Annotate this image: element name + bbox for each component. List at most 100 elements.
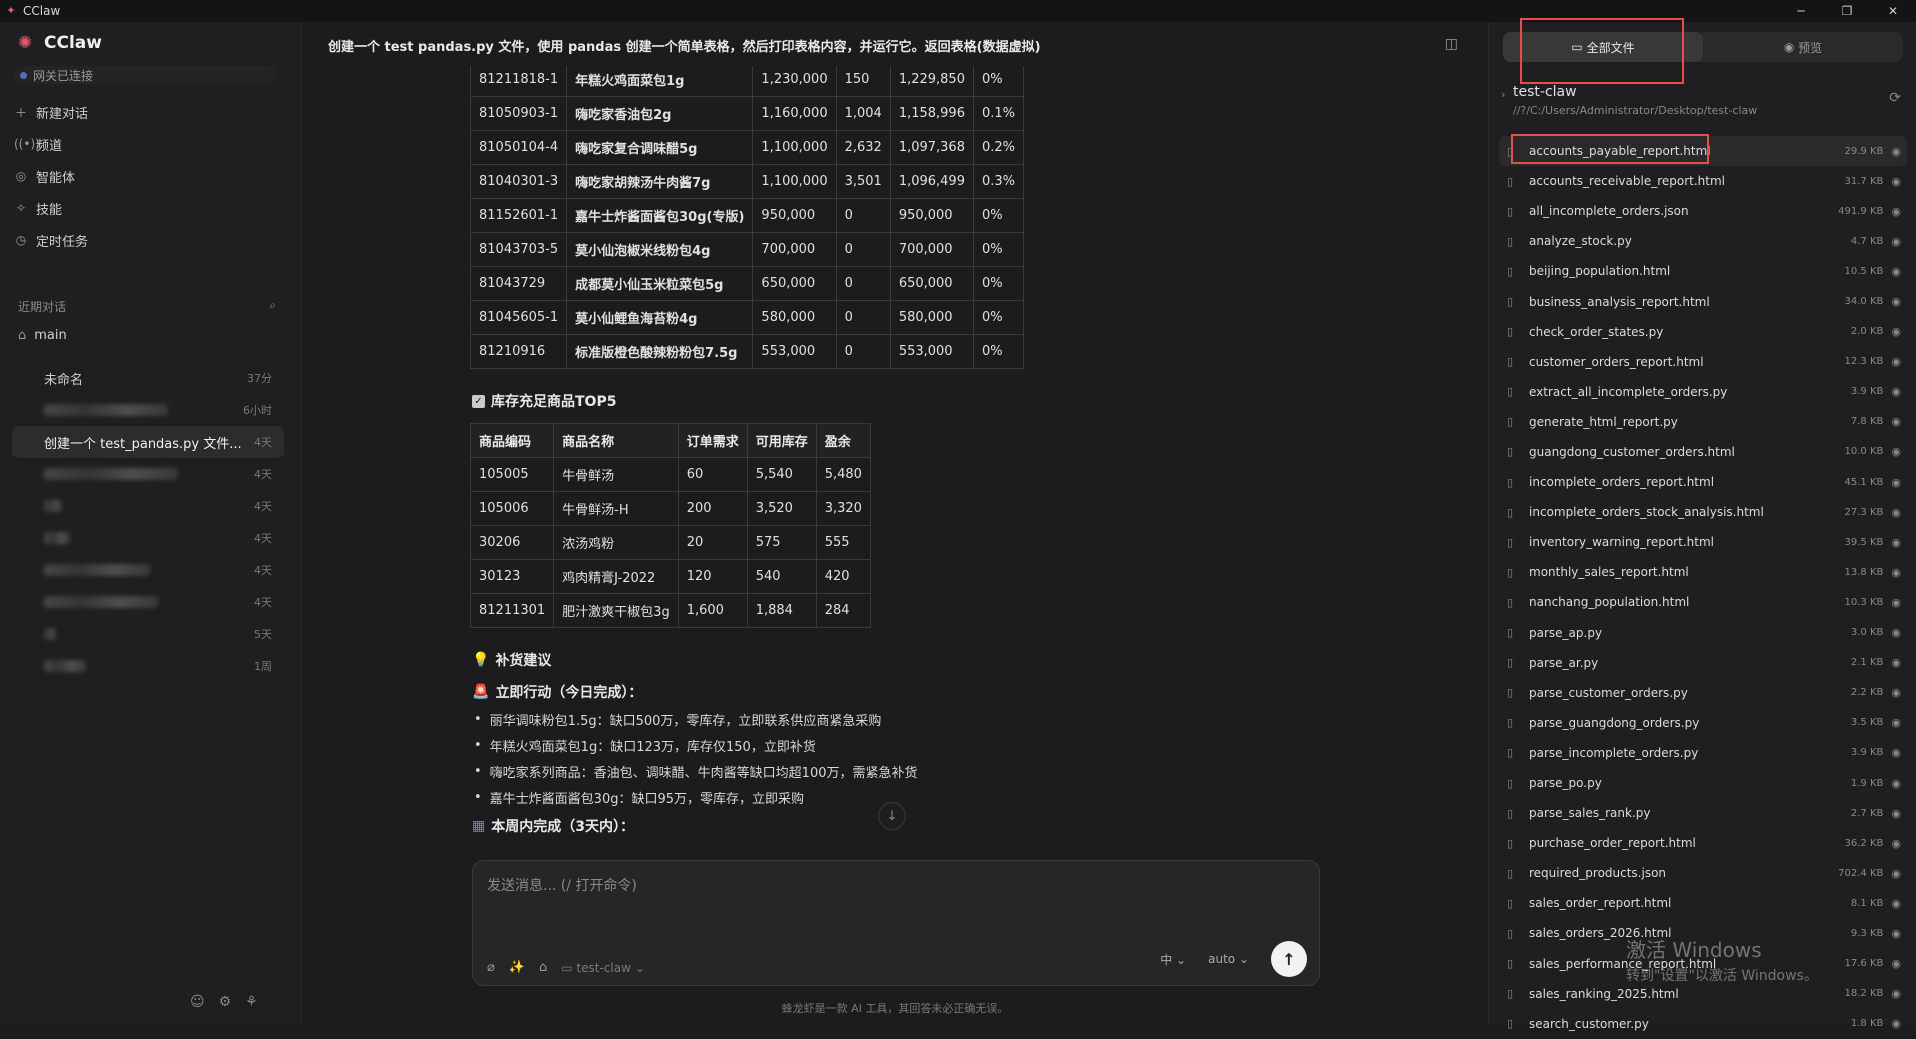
refresh-icon[interactable]: ⟳ bbox=[1889, 90, 1901, 106]
eye-icon[interactable]: ◉ bbox=[1891, 445, 1901, 458]
conversation-item[interactable]: 创建一个 test_pandas.py 文件... 4天 bbox=[12, 426, 284, 458]
robot-icon[interactable]: ⌂ bbox=[539, 960, 547, 975]
tab-preview[interactable]: ◉ 预览 bbox=[1703, 32, 1903, 62]
conversation-item[interactable]: 5天 bbox=[12, 618, 284, 650]
project-selector[interactable]: ▭ test-claw ⌄ bbox=[561, 961, 645, 975]
eye-icon[interactable]: ◉ bbox=[1891, 927, 1901, 940]
eye-icon[interactable]: ◉ bbox=[1891, 777, 1901, 790]
eye-icon[interactable]: ◉ bbox=[1891, 355, 1901, 368]
file-item[interactable]: ▯ business_analysis_report.html 34.0 KB ◉ bbox=[1499, 286, 1907, 316]
table-row: 81152601-1 嘉牛士炸酱面酱包30g(专版) 950,000 0 950,000… bbox=[470, 198, 1025, 233]
file-item[interactable]: ▯ sales_order_report.html 8.1 KB ◉ bbox=[1499, 888, 1907, 918]
chevron-right-icon[interactable]: › bbox=[1501, 88, 1505, 101]
eye-icon[interactable]: ◉ bbox=[1891, 746, 1901, 759]
file-item[interactable]: ▯ required_products.json 702.4 KB ◉ bbox=[1499, 858, 1907, 888]
eye-icon[interactable]: ◉ bbox=[1891, 897, 1901, 910]
eye-icon[interactable]: ◉ bbox=[1891, 145, 1901, 158]
file-item[interactable]: ▯ beijing_population.html 10.5 KB ◉ bbox=[1499, 256, 1907, 286]
conversation-item[interactable]: 4天 bbox=[12, 586, 284, 618]
send-button[interactable]: ↑ bbox=[1271, 941, 1307, 977]
eye-icon[interactable]: ◉ bbox=[1891, 325, 1901, 338]
message-input-box[interactable]: 发送消息... (/ 打开命令) ⌀ ✨ ⌂ ▭ test-claw ⌄ 中 ⌄… bbox=[472, 860, 1320, 986]
eye-icon[interactable]: ◉ bbox=[1891, 235, 1901, 248]
eye-icon[interactable]: ◉ bbox=[1891, 385, 1901, 398]
file-item[interactable]: ▯ parse_customer_orders.py 2.2 KB ◉ bbox=[1499, 678, 1907, 708]
file-item[interactable]: ▯ all_incomplete_orders.json 491.9 KB ◉ bbox=[1499, 196, 1907, 226]
eye-icon[interactable]: ◉ bbox=[1891, 295, 1901, 308]
eye-icon[interactable]: ◉ bbox=[1891, 566, 1901, 579]
eye-icon[interactable]: ◉ bbox=[1891, 686, 1901, 699]
eye-icon[interactable]: ◉ bbox=[1891, 837, 1901, 850]
file-name: incomplete_orders_report.html bbox=[1529, 475, 1715, 490]
conversation-item[interactable]: 6小时 bbox=[12, 394, 284, 426]
file-item[interactable]: ▯ incomplete_orders_stock_analysis.html 27… bbox=[1499, 497, 1907, 527]
eye-icon[interactable]: ◉ bbox=[1891, 596, 1901, 609]
mode-selector[interactable]: auto ⌄ bbox=[1208, 952, 1249, 966]
plus-icon: ＋ bbox=[14, 105, 27, 120]
file-item[interactable]: ▯ parse_sales_rank.py 2.7 KB ◉ bbox=[1499, 798, 1907, 828]
conversation-item[interactable]: 4天 bbox=[12, 490, 284, 522]
recent-header: 近期对话 ⌕ bbox=[18, 298, 276, 315]
file-item[interactable]: ▯ parse_ap.py 3.0 KB ◉ bbox=[1499, 618, 1907, 648]
file-item[interactable]: ▯ extract_all_incomplete_orders.py 3.9 KB ◉ bbox=[1499, 377, 1907, 407]
eye-icon[interactable]: ◉ bbox=[1891, 506, 1901, 519]
nav-new-chat[interactable]: ＋ 新建对话 bbox=[14, 96, 284, 128]
file-item[interactable]: ▯ parse_guangdong_orders.py 3.5 KB ◉ bbox=[1499, 708, 1907, 738]
eye-icon[interactable]: ◉ bbox=[1891, 626, 1901, 639]
nav-skills[interactable]: ✧ 技能 bbox=[14, 192, 284, 224]
message-input[interactable]: 发送消息... (/ 打开命令) bbox=[487, 875, 637, 895]
file-item[interactable]: ▯ inventory_warning_report.html 39.5 KB ◉ bbox=[1499, 527, 1907, 557]
eye-icon[interactable]: ◉ bbox=[1891, 205, 1901, 218]
eye-icon[interactable]: ◉ bbox=[1891, 987, 1901, 1000]
file-item[interactable]: ▯ analyze_stock.py 4.7 KB ◉ bbox=[1499, 226, 1907, 256]
nav-channels[interactable]: ((•)) 频道 bbox=[14, 128, 284, 160]
minimize-icon[interactable]: ─ bbox=[1778, 0, 1824, 22]
conversation-item[interactable]: 4天 bbox=[12, 554, 284, 586]
eye-icon[interactable]: ◉ bbox=[1891, 265, 1901, 278]
attach-icon[interactable]: ⌀ bbox=[487, 960, 495, 975]
close-icon[interactable]: ✕ bbox=[1870, 0, 1916, 22]
file-item[interactable]: ▯ incomplete_orders_report.html 45.1 KB ◉ bbox=[1499, 467, 1907, 497]
eye-icon[interactable]: ◉ bbox=[1891, 867, 1901, 880]
file-item[interactable]: ▯ nanchang_population.html 10.3 KB ◉ bbox=[1499, 587, 1907, 617]
table-cell: 580,000 bbox=[752, 300, 837, 335]
file-icon: ▯ bbox=[1507, 686, 1514, 700]
file-item[interactable]: ▯ customer_orders_report.html 12.3 KB ◉ bbox=[1499, 347, 1907, 377]
eye-icon[interactable]: ◉ bbox=[1891, 476, 1901, 489]
nav-agents[interactable]: ◎ 智能体 bbox=[14, 160, 284, 192]
conversation-item[interactable]: 4天 bbox=[12, 522, 284, 554]
scroll-down-button[interactable]: ↓ bbox=[878, 802, 906, 830]
restore-icon[interactable]: ❐ bbox=[1824, 0, 1870, 22]
help-icon[interactable]: ⚘ bbox=[245, 994, 258, 1010]
file-item[interactable]: ▯ parse_po.py 1.9 KB ◉ bbox=[1499, 768, 1907, 798]
file-item[interactable]: ▯ check_order_states.py 2.0 KB ◉ bbox=[1499, 317, 1907, 347]
eye-icon[interactable]: ◉ bbox=[1891, 716, 1901, 729]
conversation-item[interactable]: 4天 bbox=[12, 458, 284, 490]
user-icon[interactable]: ☺ bbox=[190, 994, 205, 1010]
gear-icon[interactable]: ⚙ bbox=[219, 994, 232, 1010]
file-item[interactable]: ▯ monthly_sales_report.html 13.8 KB ◉ bbox=[1499, 557, 1907, 587]
eye-icon[interactable]: ◉ bbox=[1891, 807, 1901, 820]
eye-icon[interactable]: ◉ bbox=[1891, 957, 1901, 970]
eye-icon[interactable]: ◉ bbox=[1891, 175, 1901, 188]
section-title-stock: ✓ 库存充足商品TOP5 bbox=[472, 391, 1370, 411]
file-item[interactable]: ▯ accounts_receivable_report.html 31.7 KB ◉ bbox=[1499, 166, 1907, 196]
file-item[interactable]: ▯ parse_ar.py 2.1 KB ◉ bbox=[1499, 648, 1907, 678]
eye-icon[interactable]: ◉ bbox=[1891, 415, 1901, 428]
search-icon[interactable]: ⌕ bbox=[269, 298, 276, 315]
language-selector[interactable]: 中 ⌄ bbox=[1160, 951, 1186, 968]
panel-toggle-icon[interactable]: ◫ bbox=[1445, 36, 1458, 52]
file-item[interactable]: ▯ generate_html_report.py 7.8 KB ◉ bbox=[1499, 407, 1907, 437]
eye-icon[interactable]: ◉ bbox=[1891, 536, 1901, 549]
file-item[interactable]: ▯ parse_incomplete_orders.py 3.9 KB ◉ bbox=[1499, 738, 1907, 768]
nav-scheduled[interactable]: ◷ 定时任务 bbox=[14, 224, 284, 256]
file-item[interactable]: ▯ guangdong_customer_orders.html 10.0 KB ◉ bbox=[1499, 437, 1907, 467]
table-cell: 嗨吃家香油包2g bbox=[566, 96, 754, 131]
conversation-item[interactable]: 1周 bbox=[12, 650, 284, 682]
table-cell: 1,158,996 bbox=[889, 96, 974, 131]
file-item[interactable]: ▯ purchase_order_report.html 36.2 KB ◉ bbox=[1499, 828, 1907, 858]
eye-icon[interactable]: ◉ bbox=[1891, 656, 1901, 669]
magic-icon[interactable]: ✨ bbox=[509, 960, 525, 975]
workspace-main[interactable]: ⌂ main bbox=[18, 328, 67, 343]
conversation-item[interactable]: 未命名 37分 bbox=[12, 362, 284, 394]
